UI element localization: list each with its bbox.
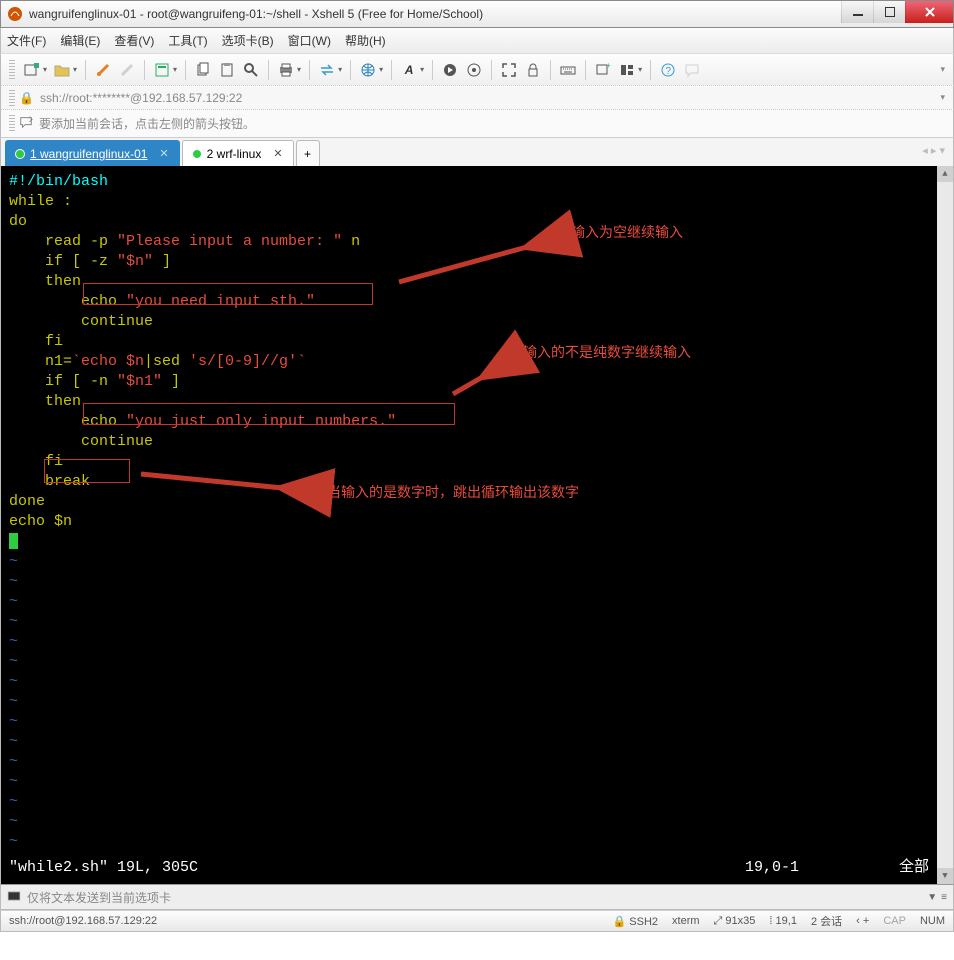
- status-cap: CAP: [883, 915, 906, 927]
- vim-pos: 19,0-1: [745, 858, 799, 878]
- tab-1-label: 1 wangruifenglinux-01: [30, 147, 147, 161]
- svg-text:?: ?: [666, 66, 672, 77]
- menu-window[interactable]: 窗口(W): [288, 32, 331, 49]
- grip-icon: [9, 60, 15, 80]
- address-text[interactable]: ssh://root:********@192.168.57.129:22: [40, 91, 242, 105]
- compose-menu-icon[interactable]: ≡: [941, 892, 947, 903]
- menubar: 文件(F) 编辑(E) 查看(V) 工具(T) 选项卡(B) 窗口(W) 帮助(…: [0, 28, 954, 54]
- status-cursor: ⁞ 19,1: [769, 915, 797, 927]
- chat-icon[interactable]: [683, 61, 701, 79]
- target-icon[interactable]: [465, 61, 483, 79]
- close-tab-icon[interactable]: ✕: [159, 147, 168, 160]
- toolbar: ▾ ▾ ▾ ▾ ▾ ▾ A▾ + ▾ ? ▾: [0, 54, 954, 86]
- compose-bar: 仅将文本发送到当前选项卡 ▼ ≡: [0, 884, 954, 910]
- scrollbar[interactable]: ▲ ▼: [937, 166, 953, 884]
- tab-next-icon[interactable]: ▸: [931, 145, 937, 157]
- script-icon[interactable]: [441, 61, 459, 79]
- globe-icon[interactable]: [359, 61, 377, 79]
- font-icon[interactable]: A: [400, 61, 418, 79]
- close-tab-icon[interactable]: ✕: [273, 147, 282, 160]
- disconnect-icon[interactable]: [118, 61, 136, 79]
- statusbar: ssh://root@192.168.57.129:22 🔒 SSH2 xter…: [0, 910, 954, 932]
- lock-icon[interactable]: [524, 61, 542, 79]
- annotation-3: 当输入的是数字时，跳出循环输出该数字: [327, 484, 579, 504]
- toolbar-overflow-icon[interactable]: ▾: [940, 64, 945, 75]
- search-icon[interactable]: [242, 61, 260, 79]
- window-title: wangruifenglinux-01 - root@wangruifeng-0…: [29, 7, 483, 21]
- plus-icon[interactable]: +: [863, 915, 869, 927]
- status-dot-icon: [16, 150, 24, 158]
- scroll-down-icon[interactable]: ▼: [937, 868, 953, 884]
- layout-add-icon[interactable]: +: [594, 61, 612, 79]
- chevron-icon[interactable]: ‹: [856, 915, 860, 927]
- status-sessions: 2 会话: [811, 913, 842, 929]
- add-tab-button[interactable]: +: [296, 140, 320, 166]
- transfer-icon[interactable]: [318, 61, 336, 79]
- tab-2-label: 2 wrf-linux: [207, 147, 262, 161]
- menu-file[interactable]: 文件(F): [7, 32, 46, 49]
- open-icon[interactable]: [53, 61, 71, 79]
- terminal[interactable]: #!/bin/bash while : do read -p "Please i…: [0, 166, 954, 884]
- keyboard-icon[interactable]: [559, 61, 577, 79]
- cursor: [9, 533, 18, 549]
- print-icon[interactable]: [277, 61, 295, 79]
- status-extra: ‹ +: [856, 915, 869, 927]
- grip-icon: [9, 115, 15, 133]
- minimize-button[interactable]: [841, 1, 873, 23]
- titlebar: wangruifenglinux-01 - root@wangruifeng-0…: [0, 0, 954, 28]
- grip-icon: [9, 90, 15, 106]
- tab-2[interactable]: 2 wrf-linux ✕: [182, 140, 294, 166]
- new-session-icon[interactable]: [23, 61, 41, 79]
- address-overflow-icon[interactable]: ▾: [940, 92, 945, 103]
- tab-nav: ◂ ▸ ▾: [922, 144, 945, 157]
- menu-tools[interactable]: 工具(T): [168, 32, 207, 49]
- layout-icon[interactable]: [618, 61, 636, 79]
- menu-edit[interactable]: 编辑(E): [60, 32, 100, 49]
- menu-view[interactable]: 查看(V): [114, 32, 154, 49]
- lock-icon: 🔒: [613, 916, 630, 928]
- vim-status: "while2.sh" 19L, 305C 19,0-1 全部: [9, 858, 929, 878]
- tab-1[interactable]: 1 wangruifenglinux-01 ✕: [5, 140, 180, 166]
- address-bar: 🔒 ssh://root:********@192.168.57.129:22 …: [0, 86, 954, 110]
- compose-icon[interactable]: [7, 889, 21, 906]
- tabbar: 1 wangruifenglinux-01 ✕ 2 wrf-linux ✕ + …: [0, 138, 954, 166]
- highlight-box-1: [83, 283, 373, 305]
- tip-text: 要添加当前会话，点击左侧的箭头按钮。: [39, 115, 255, 132]
- menu-tabs[interactable]: 选项卡(B): [222, 32, 274, 49]
- close-button[interactable]: [905, 1, 953, 23]
- status-dot-icon: [193, 150, 201, 158]
- tab-prev-icon[interactable]: ◂: [922, 145, 928, 157]
- compose-dropdown-icon[interactable]: ▼: [927, 892, 937, 903]
- highlight-box-3: [44, 459, 130, 483]
- compose-placeholder[interactable]: 仅将文本发送到当前选项卡: [27, 889, 947, 906]
- connect-icon[interactable]: [94, 61, 112, 79]
- paste-icon[interactable]: [218, 61, 236, 79]
- status-address: ssh://root@192.168.57.129:22: [9, 915, 157, 927]
- annotation-2: 输入的不是纯数字继续输入: [523, 344, 691, 364]
- tab-menu-icon[interactable]: ▾: [939, 145, 945, 157]
- menu-help[interactable]: 帮助(H): [345, 32, 386, 49]
- status-term: xterm: [672, 915, 700, 927]
- scroll-up-icon[interactable]: ▲: [937, 166, 953, 182]
- highlight-box-2: [83, 403, 455, 425]
- help-icon[interactable]: ?: [659, 61, 677, 79]
- app-icon: [7, 6, 23, 22]
- maximize-button[interactable]: [873, 1, 905, 23]
- vim-all: 全部: [899, 858, 929, 878]
- annotation-1: 输入为空继续输入: [571, 224, 683, 244]
- copy-icon[interactable]: [194, 61, 212, 79]
- status-proto: 🔒 SSH2: [613, 915, 659, 928]
- lock-small-icon: 🔒: [19, 91, 34, 105]
- status-num: NUM: [920, 915, 945, 927]
- window-buttons: [841, 1, 953, 23]
- tip-bar: 要添加当前会话，点击左侧的箭头按钮。: [0, 110, 954, 138]
- add-session-icon[interactable]: [19, 115, 33, 132]
- fullscreen-icon[interactable]: [500, 61, 518, 79]
- svg-text:+: +: [606, 62, 611, 70]
- status-size: ⤢ 91x35: [714, 915, 756, 928]
- vim-file: "while2.sh" 19L, 305C: [9, 858, 198, 878]
- properties-icon[interactable]: [153, 61, 171, 79]
